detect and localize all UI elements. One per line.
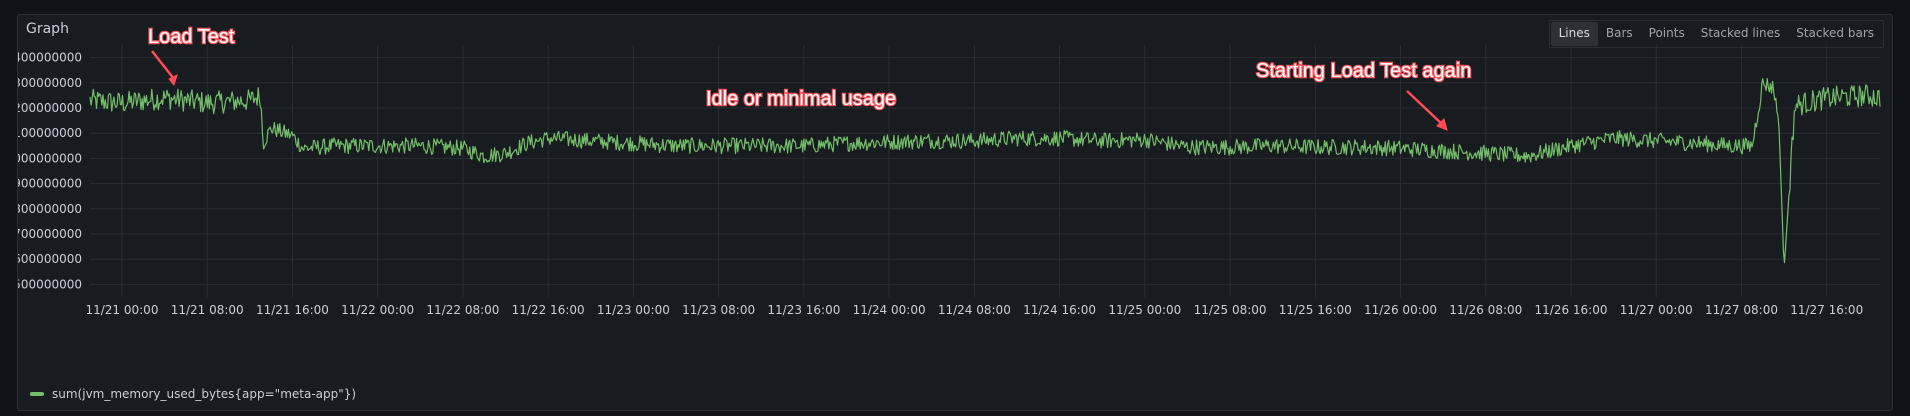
annotation-load-test: Load Test <box>148 26 235 48</box>
x-tick-label: 11/24 08:00 <box>938 303 1011 317</box>
x-tick-label: 11/26 00:00 <box>1364 303 1437 317</box>
legend-swatch <box>30 392 44 396</box>
annotation-arrowhead-load-test <box>168 74 178 87</box>
x-tick-label: 11/21 00:00 <box>85 303 158 317</box>
time-series-chart[interactable]: 1400000000 1300000000 1200000000 1100000000… <box>18 15 1892 410</box>
x-tick-label: 11/24 16:00 <box>1023 303 1096 317</box>
x-tick-label: 11/25 16:00 <box>1279 303 1352 317</box>
y-tick-label: 600000000 <box>18 252 82 266</box>
y-tick-label: 900000000 <box>18 177 82 191</box>
legend-label: sum(jvm_memory_used_bytes{app="meta-app"… <box>52 387 357 401</box>
x-tick-label: 11/27 00:00 <box>1620 303 1693 317</box>
y-tick-label: 1400000000 <box>18 51 82 65</box>
x-tick-label: 11/25 00:00 <box>1108 303 1181 317</box>
annotation-idle: Idle or minimal usage <box>706 88 896 110</box>
x-tick-label: 11/23 16:00 <box>767 303 840 317</box>
x-tick-label: 11/26 08:00 <box>1449 303 1522 317</box>
annotation-arrow-load-test <box>151 50 175 80</box>
x-tick-label: 11/26 16:00 <box>1535 303 1608 317</box>
series-line <box>89 78 1881 264</box>
x-tick-label: 11/27 08:00 <box>1705 303 1778 317</box>
graph-panel: Graph Lines Bars Points Stacked lines St… <box>17 14 1893 411</box>
x-tick-label: 11/22 08:00 <box>426 303 499 317</box>
x-tick-label: 11/25 08:00 <box>1194 303 1267 317</box>
y-tick-label: 700000000 <box>18 227 82 241</box>
legend-item[interactable]: sum(jvm_memory_used_bytes{app="meta-app"… <box>30 387 356 401</box>
y-tick-label: 500000000 <box>18 277 82 291</box>
x-tick-label: 11/22 00:00 <box>341 303 414 317</box>
x-tick-label: 11/21 08:00 <box>171 303 244 317</box>
y-tick-label: 1200000000 <box>18 101 82 115</box>
x-tick-label: 11/22 16:00 <box>512 303 585 317</box>
x-tick-label: 11/21 16:00 <box>256 303 329 317</box>
y-tick-label: 1100000000 <box>18 126 82 140</box>
annotation-load-test-again: Starting Load Test again <box>1256 60 1471 82</box>
y-tick-label: 1300000000 <box>18 76 82 90</box>
x-tick-label: 11/23 08:00 <box>682 303 755 317</box>
y-tick-label: 1000000000 <box>18 151 82 165</box>
x-tick-label: 11/27 16:00 <box>1790 303 1863 317</box>
y-tick-label: 800000000 <box>18 202 82 216</box>
x-tick-label: 11/23 00:00 <box>597 303 670 317</box>
x-tick-label: 11/24 00:00 <box>853 303 926 317</box>
